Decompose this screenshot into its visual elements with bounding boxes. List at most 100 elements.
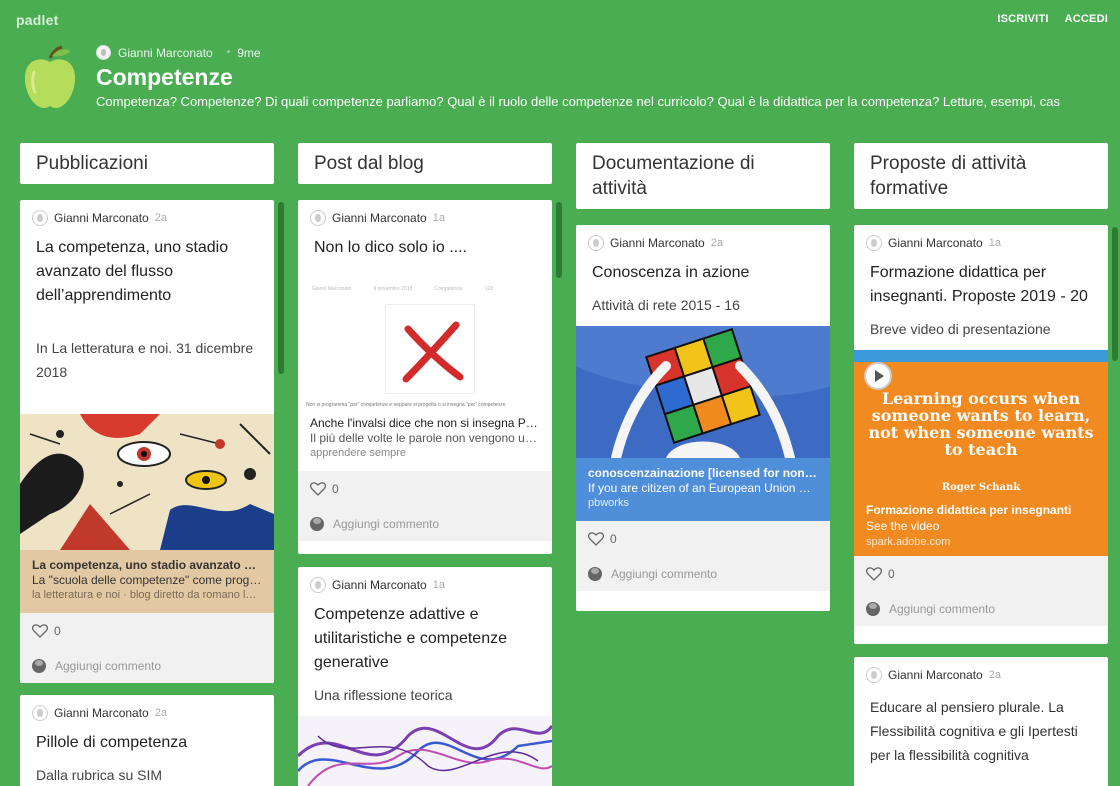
top-links: ISCRIVITI ACCEDI	[997, 13, 1108, 25]
column-header: Documentazione di attività	[576, 143, 830, 209]
link-title: Formazione didattica per insegnanti	[866, 503, 1072, 517]
video-link-preview[interactable]: Learning occurs when someone wants to le…	[854, 350, 1108, 556]
column-post-dal-blog: Post dal blog	[298, 143, 552, 184]
board-author-name[interactable]: Gianni Marconato	[118, 46, 213, 60]
abstract-smoke-image	[298, 716, 552, 786]
post-author-name: Gianni Marconato	[54, 706, 149, 720]
link-description: Il più delle volte le parole non vengono…	[310, 431, 537, 445]
post-body: Breve video di presentazione	[870, 321, 1051, 337]
thumbnail-crumb: Gianni Marconato	[312, 286, 352, 292]
add-comment-label: Aggiungi commento	[611, 567, 718, 581]
post-body: Dalla rubrica su SIM	[36, 767, 163, 783]
link-title: conoscenzainazione [licensed for non-c…	[588, 466, 818, 480]
add-comment[interactable]: Aggiungi commento	[866, 600, 1096, 618]
thumbnail-crumb: 9 novembre 2018	[373, 286, 413, 292]
post-title: Pillole di competenza	[36, 734, 188, 751]
thumbnail-breadcrumb: Gianni Marconato 9 novembre 2018 Compete…	[312, 286, 493, 292]
add-comment-label: Aggiungi commento	[889, 602, 996, 616]
like-row: 0	[32, 619, 262, 643]
quote-text: Learning occurs when someone wants to le…	[868, 389, 1094, 459]
like-row: 0	[866, 562, 1096, 586]
post-card[interactable]: Gianni Marconato 2a Pillole di competenza…	[20, 695, 274, 786]
post-card[interactable]: Gianni Marconato 1a Competenze adattive e…	[298, 567, 552, 786]
thumbnail-frame	[385, 304, 475, 394]
add-comment[interactable]: Aggiungi commento	[32, 657, 262, 675]
heart-icon[interactable]	[588, 532, 604, 546]
column-pubblicazioni: Pubblicazioni	[20, 143, 274, 184]
heart-icon[interactable]	[32, 624, 48, 638]
column-header: Proposte di attività formative	[854, 143, 1108, 209]
link-title: Anche l'invalsi dice che non si insegna …	[310, 416, 538, 430]
quote-author: Roger Schank	[941, 482, 1021, 493]
post-age: 1a	[432, 212, 445, 224]
post-card[interactable]: Gianni Marconato 2a Conoscenza in azione …	[576, 225, 830, 611]
post-title: La competenza, uno stadio avanzato del f…	[36, 239, 229, 304]
blog-thumbnail: Gianni Marconato 9 novembre 2018 Compete…	[298, 280, 552, 412]
add-comment[interactable]: Aggiungi commento	[588, 565, 818, 583]
like-count: 0	[332, 482, 339, 496]
thumbnail-caption: Non si programma "per" competenze e nepp…	[306, 402, 506, 408]
post-author: Gianni Marconato 1a	[298, 200, 552, 226]
post-footer: 0 Aggiungi commento	[854, 556, 1108, 626]
post-title: Conoscenza in azione	[592, 264, 750, 281]
post-body: Attività di rete 2015 - 16	[592, 297, 740, 313]
post-footer: 0 Aggiungi commento	[298, 471, 552, 541]
padlet-logo[interactable]: padlet	[16, 12, 58, 28]
commenter-avatar	[866, 602, 880, 616]
post-author: Gianni Marconato 1a	[298, 567, 552, 593]
link-description: If you are citizen of an European Union …	[588, 481, 818, 495]
link-preview[interactable]: Anche l'invalsi dice che non si insegna …	[298, 412, 552, 471]
post-author: Gianni Marconato 2a	[854, 657, 1108, 683]
scrollbar-thumb[interactable]	[556, 202, 562, 278]
avatar	[310, 577, 326, 593]
miro-painting-image	[20, 414, 274, 550]
rubiks-cube-head-image	[576, 326, 830, 458]
thumbnail-crumb: 128	[484, 286, 494, 292]
post-card[interactable]: Gianni Marconato 2a La competenza, uno st…	[20, 200, 274, 683]
link-preview-text: Formazione didattica per insegnanti See …	[866, 502, 1096, 550]
add-comment[interactable]: Aggiungi commento	[310, 515, 540, 533]
board-age: 9me	[237, 45, 261, 60]
post-age: 2a	[154, 707, 167, 719]
add-comment-label: Aggiungi commento	[333, 517, 440, 531]
avatar	[866, 667, 882, 683]
link-preview[interactable]: La competenza, uno stadio avanzato del… …	[20, 550, 274, 613]
like-count: 0	[610, 532, 617, 546]
like-count: 0	[888, 567, 895, 581]
post-age: 2a	[154, 212, 167, 224]
apple-icon	[24, 45, 76, 108]
post-body: In La letteratura e noi. 31 dicembre 201…	[36, 340, 254, 380]
post-body: Una riflessione teorica	[314, 687, 453, 703]
separator-dot: •	[226, 47, 231, 58]
avatar	[866, 235, 882, 251]
post-author-name: Gianni Marconato	[888, 236, 983, 250]
link-preview[interactable]: conoscenzainazione [licensed for non-c… …	[576, 458, 830, 521]
post-card[interactable]: Gianni Marconato 1a Non lo dico solo io .…	[298, 200, 552, 554]
column-documentazione: Documentazione di attività	[576, 143, 830, 209]
scrollbar-thumb[interactable]	[1112, 227, 1118, 361]
board-description: Competenza? Competenze? Di quali compete…	[96, 94, 1060, 109]
play-icon[interactable]	[864, 362, 892, 390]
signup-link[interactable]: ISCRIVITI	[997, 13, 1048, 25]
post-card[interactable]: Gianni Marconato 2a Educare al pensiero p…	[854, 657, 1108, 786]
link-source: pbworks	[588, 497, 629, 509]
heart-icon[interactable]	[310, 482, 326, 496]
commenter-avatar	[588, 567, 602, 581]
post-age: 2a	[988, 669, 1001, 681]
avatar	[588, 235, 604, 251]
post-title: Non lo dico solo io ....	[314, 239, 467, 256]
avatar	[310, 210, 326, 226]
link-description: See the video	[866, 519, 940, 533]
post-body: Educare al pensiero plurale. La Flessibi…	[870, 699, 1078, 763]
post-author-name: Gianni Marconato	[332, 211, 427, 225]
login-link[interactable]: ACCEDI	[1065, 13, 1108, 25]
link-source: la letteratura e noi · blog diretto da r…	[32, 589, 262, 601]
avatar	[32, 210, 48, 226]
board-header: Gianni Marconato • 9me Competenze Compet…	[0, 40, 1120, 120]
heart-icon[interactable]	[866, 567, 882, 581]
add-comment-label: Aggiungi commento	[55, 659, 162, 673]
board-author-avatar	[96, 45, 111, 60]
post-card[interactable]: Gianni Marconato 1a Formazione didattica …	[854, 225, 1108, 644]
post-age: 1a	[988, 237, 1001, 249]
scrollbar-thumb[interactable]	[278, 202, 284, 374]
